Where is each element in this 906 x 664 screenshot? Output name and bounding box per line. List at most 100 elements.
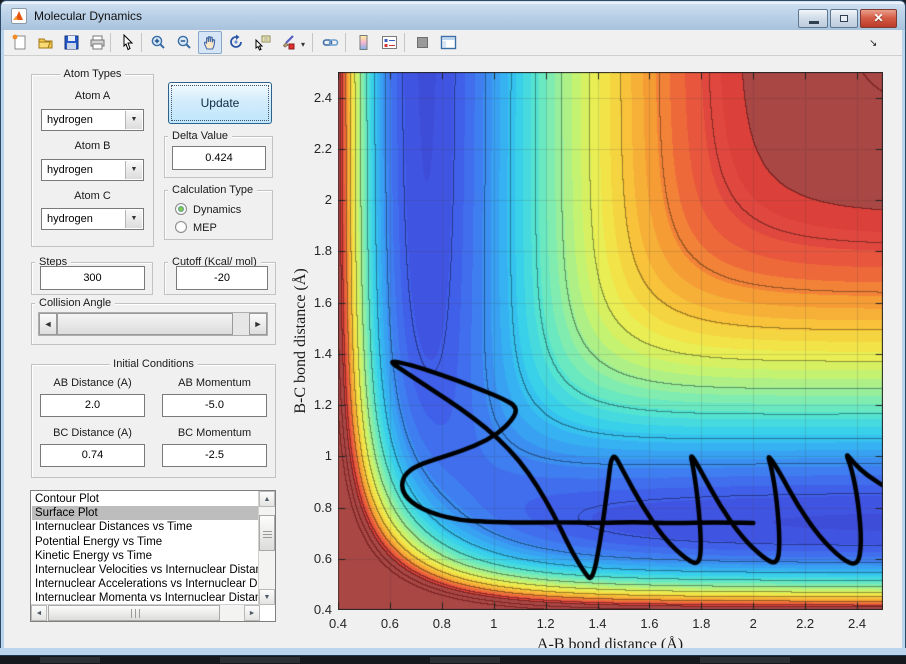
atom-c-label: Atom C <box>74 190 111 202</box>
update-button[interactable]: Update <box>168 82 272 124</box>
x-tick-label: 1.4 <box>588 616 607 631</box>
scroll-up-icon[interactable]: ▲ <box>259 491 275 507</box>
hide-plot-tools-icon[interactable] <box>410 31 434 54</box>
dynamics-radio[interactable] <box>175 203 187 215</box>
toolbar-separator <box>312 33 313 52</box>
insert-colorbar-icon[interactable] <box>351 31 375 54</box>
y-tick-label: 0.8 <box>313 499 332 515</box>
window-border-left <box>0 30 4 656</box>
atom-b-label: Atom B <box>74 140 111 152</box>
list-item[interactable]: Surface Plot <box>32 506 259 521</box>
show-plot-tools-icon[interactable] <box>436 31 460 54</box>
minimize-button[interactable] <box>798 9 828 28</box>
insert-legend-icon[interactable] <box>377 31 401 54</box>
link-plot-icon[interactable] <box>318 31 342 54</box>
slider-thumb[interactable] <box>57 313 233 335</box>
scroll-left-icon[interactable]: ◄ <box>31 605 47 621</box>
close-icon: ✕ <box>873 11 884 25</box>
x-tick-label: 0.4 <box>328 616 348 631</box>
atom-types-legend: Atom Types <box>59 68 126 80</box>
toolbar-separator <box>110 33 111 52</box>
window-title: Molecular Dynamics <box>34 9 143 23</box>
listbox-vertical-scrollbar[interactable]: ▲ ▼ <box>258 491 275 605</box>
collision-angle-legend: Collision Angle <box>35 297 116 309</box>
atom-a-select[interactable]: hydrogen ▼ <box>41 109 144 131</box>
vertical-scroll-thumb[interactable] <box>259 515 275 551</box>
list-item[interactable]: Internuclear Distances vs Time <box>32 520 259 534</box>
calculation-type-legend: Calculation Type <box>168 184 258 196</box>
horizontal-scroll-thumb[interactable] <box>48 605 220 621</box>
open-file-icon[interactable] <box>33 31 57 54</box>
scroll-right-icon[interactable]: ► <box>244 605 260 621</box>
matlab-icon <box>11 8 27 24</box>
pes-contour-plot[interactable] <box>338 72 883 610</box>
title-bar[interactable]: Molecular Dynamics ✕ <box>0 0 906 30</box>
x-tick-label: 2.4 <box>848 616 867 631</box>
x-tick-label: 2.2 <box>796 616 815 631</box>
toolbar-separator <box>345 33 346 52</box>
y-tick-label: 0.4 <box>313 602 332 617</box>
delta-value-field[interactable]: 0.424 <box>172 146 266 170</box>
zoom-out-icon[interactable] <box>172 31 196 54</box>
figure-toolbar: ▾ ↘ <box>1 30 905 56</box>
titlebar-highlight <box>2 2 904 4</box>
y-axis-label: B-C bond distance (Å) <box>292 268 309 414</box>
x-tick-label: 0.6 <box>380 616 399 631</box>
ab-distance-field[interactable]: 2.0 <box>40 394 145 417</box>
steps-field[interactable]: 300 <box>40 266 145 290</box>
atom-b-select[interactable]: hydrogen ▼ <box>41 159 144 181</box>
scroll-down-icon[interactable]: ▼ <box>259 589 275 605</box>
bc-momentum-label: BC Momentum <box>177 427 252 439</box>
slider-left-arrow[interactable]: ◄ <box>39 313 57 335</box>
toolbar-overflow-icon[interactable]: ↘ <box>869 38 877 49</box>
toolbar-separator <box>404 33 405 52</box>
ab-momentum-label: AB Momentum <box>178 377 251 389</box>
list-item[interactable]: Internuclear Velocities vs Internuclear … <box>32 563 259 577</box>
x-tick-label: 1.2 <box>536 616 555 631</box>
x-tick-label: 0.8 <box>432 616 451 631</box>
bc-momentum-field[interactable]: -2.5 <box>162 444 267 467</box>
plot-type-listbox[interactable]: Contour Plot Surface Plot Internuclear Dis… <box>30 490 276 622</box>
cutoff-field[interactable]: -20 <box>176 266 268 290</box>
bc-distance-label: BC Distance (A) <box>53 427 132 439</box>
x-tick-label: 1.6 <box>640 616 659 631</box>
list-item[interactable]: Internuclear Momenta vs Internuclear Dis… <box>32 591 259 605</box>
save-figure-icon[interactable] <box>59 31 83 54</box>
list-item[interactable]: Contour Plot <box>32 492 259 506</box>
brush-icon[interactable] <box>276 31 300 54</box>
chevron-down-icon[interactable]: ▼ <box>125 161 142 179</box>
ab-momentum-field[interactable]: -5.0 <box>162 394 267 417</box>
chevron-down-icon[interactable]: ▼ <box>125 111 142 129</box>
list-item[interactable]: Internuclear Accelerations vs Internucle… <box>32 577 259 591</box>
edit-plot-icon[interactable] <box>115 31 139 54</box>
y-tick-label: 0.6 <box>313 550 332 566</box>
zoom-in-icon[interactable] <box>146 31 170 54</box>
rotate-3d-icon[interactable] <box>224 31 248 54</box>
app-window: Molecular Dynamics ✕ ▾ ↘ Atom Types Atom… <box>0 0 906 656</box>
collision-angle-slider[interactable]: ◄ ► <box>38 312 268 336</box>
list-item[interactable]: Potential Energy vs Time <box>32 535 259 549</box>
data-cursor-icon[interactable] <box>250 31 274 54</box>
mep-radio-label: MEP <box>193 222 217 234</box>
slider-right-arrow[interactable]: ► <box>249 313 267 335</box>
listbox-horizontal-scrollbar[interactable]: ◄ ► <box>31 604 260 621</box>
brush-dropdown-icon[interactable]: ▾ <box>301 40 305 49</box>
list-item[interactable]: Kinetic Energy vs Time <box>32 549 259 563</box>
chevron-down-icon[interactable]: ▼ <box>125 210 142 228</box>
new-figure-icon[interactable] <box>7 31 31 54</box>
initial-conditions-legend: Initial Conditions <box>109 358 198 370</box>
minimize-icon <box>809 21 819 24</box>
atom-c-select[interactable]: hydrogen ▼ <box>41 208 144 230</box>
x-tick-label: 2 <box>749 616 757 631</box>
bc-distance-field[interactable]: 0.74 <box>40 444 145 467</box>
restore-icon <box>840 15 848 22</box>
y-tick-label: 1 <box>324 448 332 464</box>
pan-icon[interactable] <box>198 31 222 54</box>
close-button[interactable]: ✕ <box>860 9 897 28</box>
x-tick-label: 1 <box>490 616 498 631</box>
print-figure-icon[interactable] <box>85 31 109 54</box>
y-tick-label: 2.2 <box>313 140 332 156</box>
restore-button[interactable] <box>830 9 858 28</box>
mep-radio[interactable] <box>175 221 187 233</box>
window-border-right <box>902 30 906 656</box>
